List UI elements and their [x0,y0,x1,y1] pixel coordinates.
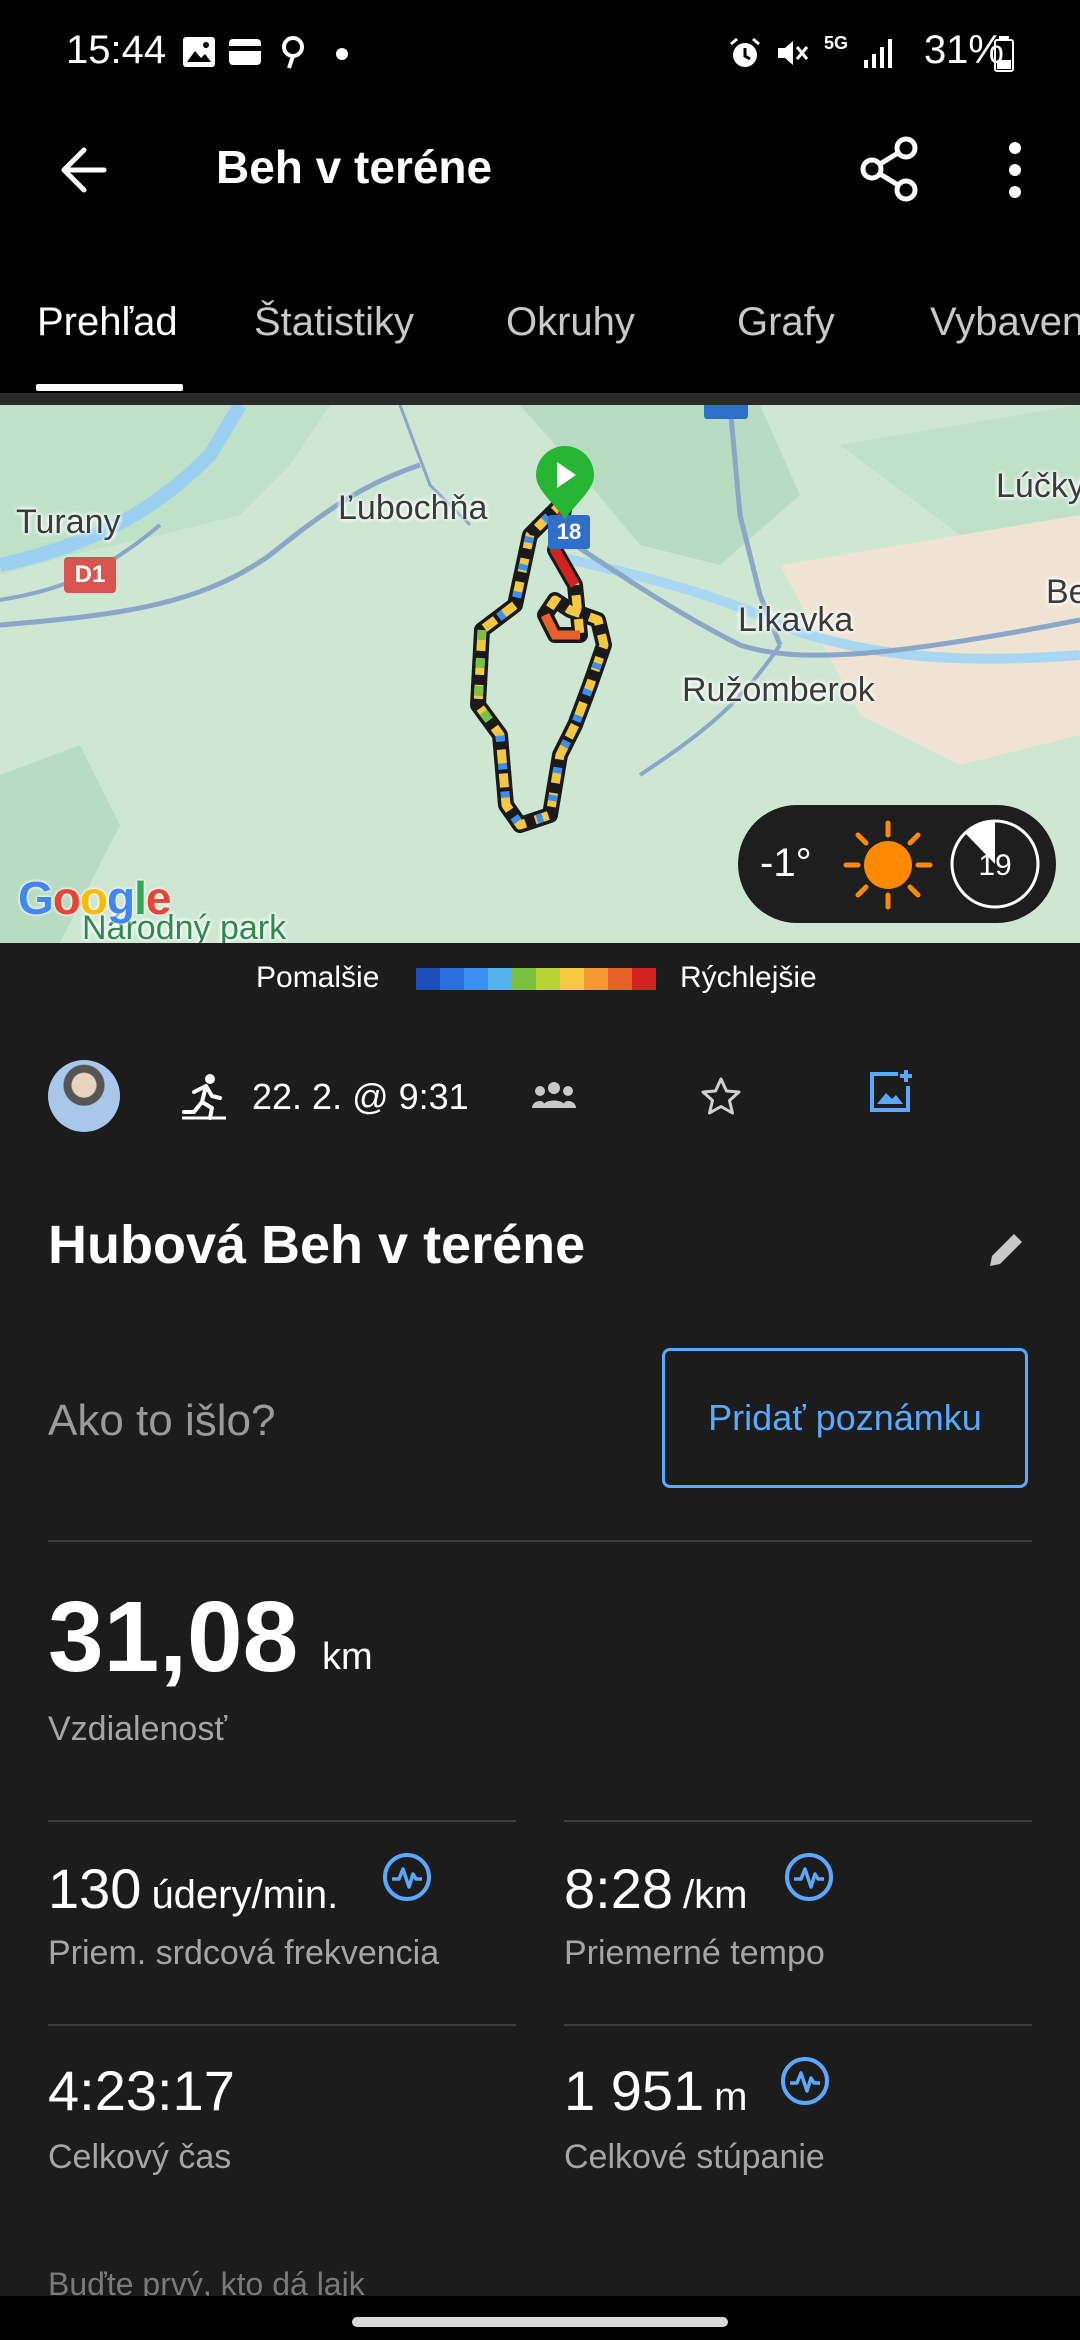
total-time-label: Celkový čas [48,2138,232,2176]
avg-heart-rate-unit: údery/min. [151,1873,339,1917]
distance-value: 31,08 [48,1581,299,1693]
share-icon[interactable] [858,136,920,202]
avg-pace-unit: /km [683,1873,748,1917]
legend-swatch [464,968,488,990]
map-label-likavka: Likavka [738,601,854,639]
total-ascent-unit: m [714,2075,748,2119]
avatar[interactable] [48,1060,120,1132]
heart-rate-chart-icon[interactable] [382,1852,432,1902]
divider [48,1540,1032,1542]
map-label-turany: Turany [16,503,121,541]
activity-meta-row: 22. 2. @ 9:31 [0,1040,1080,1150]
legend-swatch [488,968,512,990]
road-shield-top [704,405,748,419]
status-time: 15:44 [66,28,167,72]
divider [564,2024,1032,2026]
sun-icon [843,820,933,910]
favorite-star-icon[interactable] [700,1076,742,1116]
road-shield-d1: D1 [64,557,116,593]
legend-swatch [584,968,608,990]
avg-pace-label: Priemerné tempo [564,1934,825,1972]
map-label-lucky: Lúčky [996,467,1080,505]
activity-title: Hubová Beh v teréne [48,1215,586,1275]
elevation-chart-icon[interactable] [780,2056,830,2106]
notification-dot-icon [336,48,348,60]
tab-overview[interactable]: Prehľad [37,300,178,345]
legend-swatch [440,968,464,990]
tab-statistics[interactable]: Štatistiky [254,300,414,345]
legend-faster-label: Rýchlejšie [680,961,817,994]
map-label-ruzomberok: Ružomberok [682,671,875,709]
start-pin-icon [536,446,594,519]
avg-heart-rate-value: 130 údery/min. [48,1857,339,1920]
legend-swatch [608,968,632,990]
legend-slower-label: Pomalšie [256,961,380,994]
tab-bar: Prehľad Štatistiky Okruhy Grafy Vybaven [0,260,1080,395]
route-map[interactable]: D1 18 Turany Ľubochňa Likavka Ružomberok… [0,405,1080,943]
distance-label: Vzdialenosť [48,1710,228,1748]
pace-chart-icon[interactable] [784,1852,834,1902]
status-bar: 15:44 5G 31% [0,0,1080,110]
wallet-notification-icon [229,39,261,65]
divider [48,1820,516,1822]
signal-icon [864,39,892,68]
more-options-icon[interactable] [1000,138,1030,202]
edit-pencil-icon[interactable] [984,1228,1028,1272]
group-icon[interactable] [532,1080,576,1112]
tab-laps[interactable]: Okruhy [506,300,635,345]
legend-color-scale [416,968,656,990]
distance-unit: km [322,1636,373,1678]
add-photo-icon[interactable] [868,1068,914,1114]
legend-swatch [416,968,440,990]
map-label-lubochna: Ľubochňa [338,489,488,527]
google-logo: Google [18,872,171,924]
legend-swatch [560,968,584,990]
network-type-label: 5G [824,33,849,53]
weather-badge: -1° 19 [738,805,1056,923]
alarm-icon [730,37,760,67]
mute-icon [778,41,809,65]
active-tab-indicator [36,384,183,391]
wind-speed: 19 [978,849,1012,882]
map-label-be: Be [1046,573,1080,611]
legend-swatch [632,968,656,990]
gesture-handle[interactable] [352,2317,728,2327]
add-note-button[interactable]: Pridať poznámku [662,1348,1028,1488]
gallery-notification-icon [183,37,215,67]
battery-icon [994,36,1014,72]
divider [564,1820,1032,1822]
battery-percent: 31% [923,28,1004,72]
assistant-notification-icon [282,36,304,69]
app-bar: Beh v teréne [0,110,1080,260]
tab-bar-shadow [0,393,1080,405]
divider [48,2024,516,2026]
how-was-it-prompt: Ako to išlo? [48,1396,276,1445]
trail-run-icon [182,1074,226,1120]
legend-swatch [512,968,536,990]
activity-date: 22. 2. @ 9:31 [252,1076,469,1117]
pace-legend: Pomalšie Rýchlejšie [0,943,1080,1015]
avg-heart-rate-label: Priem. srdcová frekvencia [48,1934,440,1972]
page-title: Beh v teréne [216,141,493,193]
avg-pace-value: 8:28/km [564,1857,748,1920]
back-arrow-icon[interactable] [54,140,114,200]
tab-charts[interactable]: Grafy [737,300,835,345]
total-time-value: 4:23:17 [48,2059,235,2122]
tab-equipment[interactable]: Vybaven [930,300,1080,345]
weather-temperature: -1° [760,841,812,885]
legend-swatch [536,968,560,990]
total-ascent-value: 1 951 m [564,2059,748,2122]
total-ascent-label: Celkové stúpanie [564,2138,825,2176]
